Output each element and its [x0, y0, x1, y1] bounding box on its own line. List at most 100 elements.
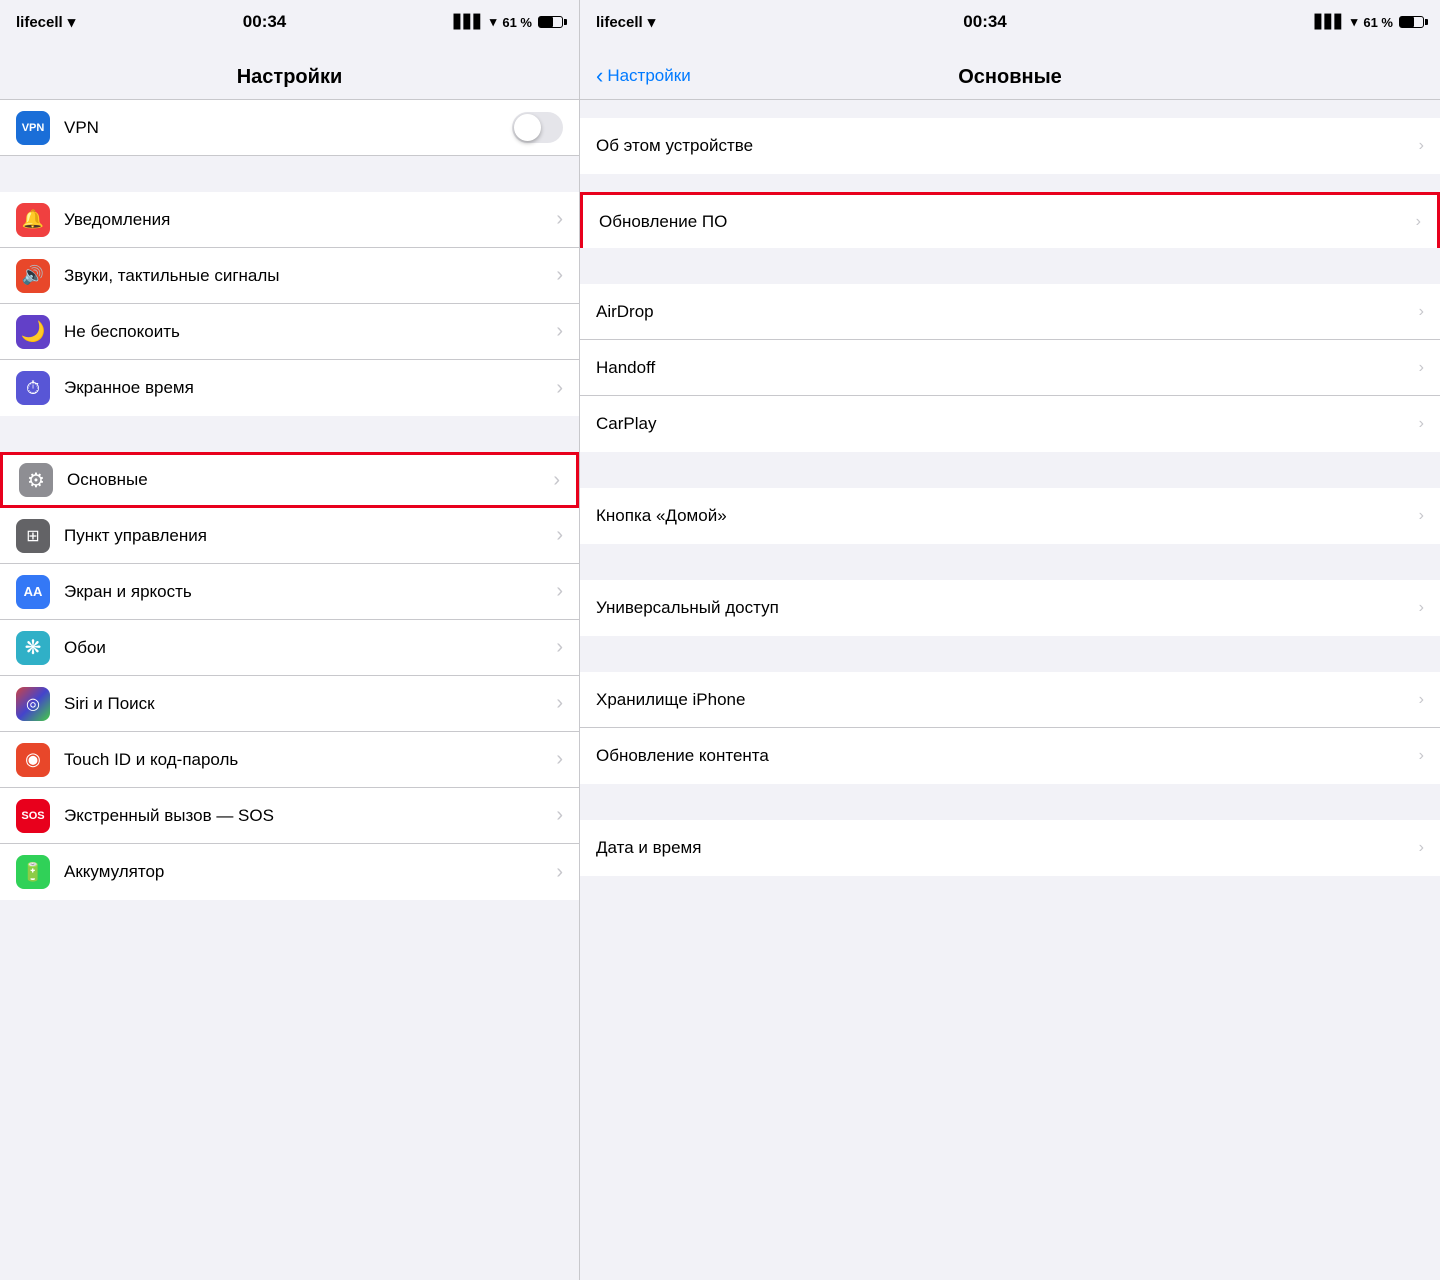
vpn-label-icon: VPN: [22, 122, 45, 134]
display-label: Экран и яркость: [64, 582, 556, 602]
sos-icon: SOS: [16, 799, 50, 833]
storage-chevron: ›: [1419, 691, 1424, 709]
right-spacer-1: [580, 174, 1440, 192]
datetime-label: Дата и время: [596, 838, 1419, 858]
vpn-icon: VPN: [16, 111, 50, 145]
bg-refresh-chevron: ›: [1419, 747, 1424, 765]
sounds-icon: 🔊: [16, 259, 50, 293]
list-item[interactable]: ◎ Siri и Поиск: [0, 676, 579, 732]
vpn-section: VPN VPN: [0, 100, 579, 156]
wallpaper-chevron: [556, 636, 563, 659]
vpn-toggle[interactable]: [512, 112, 563, 143]
spacer-2: [0, 416, 579, 452]
list-item[interactable]: ⏱ Экранное время: [0, 360, 579, 416]
datetime-chevron: ›: [1419, 839, 1424, 857]
list-item[interactable]: Об этом устройстве ›: [580, 118, 1440, 174]
list-item[interactable]: AirDrop ›: [580, 284, 1440, 340]
left-panel: lifecell ▾ 00:34 ▋▋▋ ▾ 61 % Настройки VP…: [0, 0, 580, 1280]
siri-label: Siri и Поиск: [64, 694, 556, 714]
left-time: 00:34: [243, 12, 286, 32]
list-item[interactable]: ◉ Touch ID и код-пароль: [0, 732, 579, 788]
home-button-chevron: ›: [1419, 507, 1424, 525]
list-item[interactable]: Обновление контента ›: [580, 728, 1440, 784]
list-item-software-update[interactable]: Обновление ПО ›: [580, 192, 1440, 248]
list-item[interactable]: Хранилище iPhone ›: [580, 672, 1440, 728]
touch-id-label: Touch ID и код-пароль: [64, 750, 556, 770]
vpn-toggle-knob: [514, 114, 541, 141]
list-item[interactable]: ⊞ Пункт управления: [0, 508, 579, 564]
list-item[interactable]: ❋ Обои: [0, 620, 579, 676]
screen-time-label: Экранное время: [64, 378, 556, 398]
left-nav-bar: Настройки: [0, 44, 579, 100]
right-nav-bar: ‹ Настройки Основные: [580, 44, 1440, 100]
list-item[interactable]: CarPlay ›: [580, 396, 1440, 452]
display-glyph: AA: [24, 584, 43, 599]
dnd-chevron: [556, 320, 563, 343]
list-item[interactable]: Кнопка «Домой» ›: [580, 488, 1440, 544]
right-battery-area: ▋▋▋ ▾ 61 %: [1315, 14, 1424, 30]
general-label: Основные: [67, 470, 553, 490]
wallpaper-glyph: ❋: [25, 635, 42, 660]
general-glyph: ⚙: [27, 468, 45, 493]
siri-icon: ◎: [16, 687, 50, 721]
carplay-chevron: ›: [1419, 415, 1424, 433]
battery-label: Аккумулятор: [64, 862, 556, 882]
general-chevron: [553, 469, 560, 492]
right-page-title: Основные: [958, 66, 1062, 89]
list-item[interactable]: AA Экран и яркость: [0, 564, 579, 620]
right-status-bar: lifecell ▾ 00:34 ▋▋▋ ▾ 61 %: [580, 0, 1440, 44]
left-wifi-icon2: ▾: [490, 14, 497, 30]
list-item[interactable]: 🔋 Аккумулятор: [0, 844, 579, 900]
software-update-label: Обновление ПО: [599, 212, 1416, 232]
notifications-chevron: [556, 208, 563, 231]
list-item[interactable]: Handoff ›: [580, 340, 1440, 396]
notifications-icon: 🔔: [16, 203, 50, 237]
sos-chevron: [556, 804, 563, 827]
left-battery-percent: 61 %: [502, 15, 532, 30]
right-spacer-2: [580, 248, 1440, 284]
list-item[interactable]: 🔊 Звуки, тактильные сигналы: [0, 248, 579, 304]
right-section-datetime: Дата и время ›: [580, 820, 1440, 876]
right-carrier-info: lifecell ▾: [596, 13, 655, 31]
accessibility-label: Универсальный доступ: [596, 598, 1419, 618]
storage-label: Хранилище iPhone: [596, 690, 1419, 710]
left-battery-icon: [538, 16, 563, 28]
back-chevron-icon: ‹: [596, 63, 603, 89]
display-icon: AA: [16, 575, 50, 609]
left-signal-icon: ▋▋▋: [454, 14, 484, 30]
about-label: Об этом устройстве: [596, 136, 1419, 156]
right-wifi-icon2: ▾: [1351, 14, 1358, 30]
touch-id-glyph: ◉: [25, 749, 41, 770]
back-button[interactable]: ‹ Настройки: [596, 63, 691, 89]
notifications-section: 🔔 Уведомления 🔊 Звуки, тактильные сигнал…: [0, 192, 579, 416]
right-spacer-5: [580, 636, 1440, 672]
right-carrier: lifecell: [596, 14, 643, 31]
list-item[interactable]: VPN VPN: [0, 100, 579, 156]
home-button-label: Кнопка «Домой»: [596, 506, 1419, 526]
battery-chevron: [556, 861, 563, 884]
right-section-storage: Хранилище iPhone › Обновление контента ›: [580, 672, 1440, 784]
list-item[interactable]: Универсальный доступ ›: [580, 580, 1440, 636]
list-item[interactable]: SOS Экстренный вызов — SOS: [0, 788, 579, 844]
bg-refresh-label: Обновление контента: [596, 746, 1419, 766]
siri-glyph: ◎: [26, 694, 40, 714]
right-spacer-0: [580, 100, 1440, 118]
right-battery-icon: [1399, 16, 1424, 28]
about-chevron: ›: [1419, 137, 1424, 155]
sounds-label: Звуки, тактильные сигналы: [64, 266, 556, 286]
battery-icon-item: 🔋: [16, 855, 50, 889]
notifications-glyph: 🔔: [22, 209, 44, 230]
software-update-chevron: ›: [1416, 213, 1421, 231]
list-item[interactable]: Дата и время ›: [580, 820, 1440, 876]
battery-glyph: 🔋: [22, 862, 44, 883]
wallpaper-label: Обои: [64, 638, 556, 658]
list-item[interactable]: 🔔 Уведомления: [0, 192, 579, 248]
dnd-label: Не беспокоить: [64, 322, 556, 342]
handoff-label: Handoff: [596, 358, 1419, 378]
list-item-general[interactable]: ⚙ Основные: [0, 452, 579, 508]
sos-glyph: SOS: [21, 810, 44, 822]
vpn-item-label: VPN: [64, 118, 512, 138]
right-battery-percent: 61 %: [1363, 15, 1393, 30]
screen-time-chevron: [556, 377, 563, 400]
list-item[interactable]: 🌙 Не беспокоить: [0, 304, 579, 360]
